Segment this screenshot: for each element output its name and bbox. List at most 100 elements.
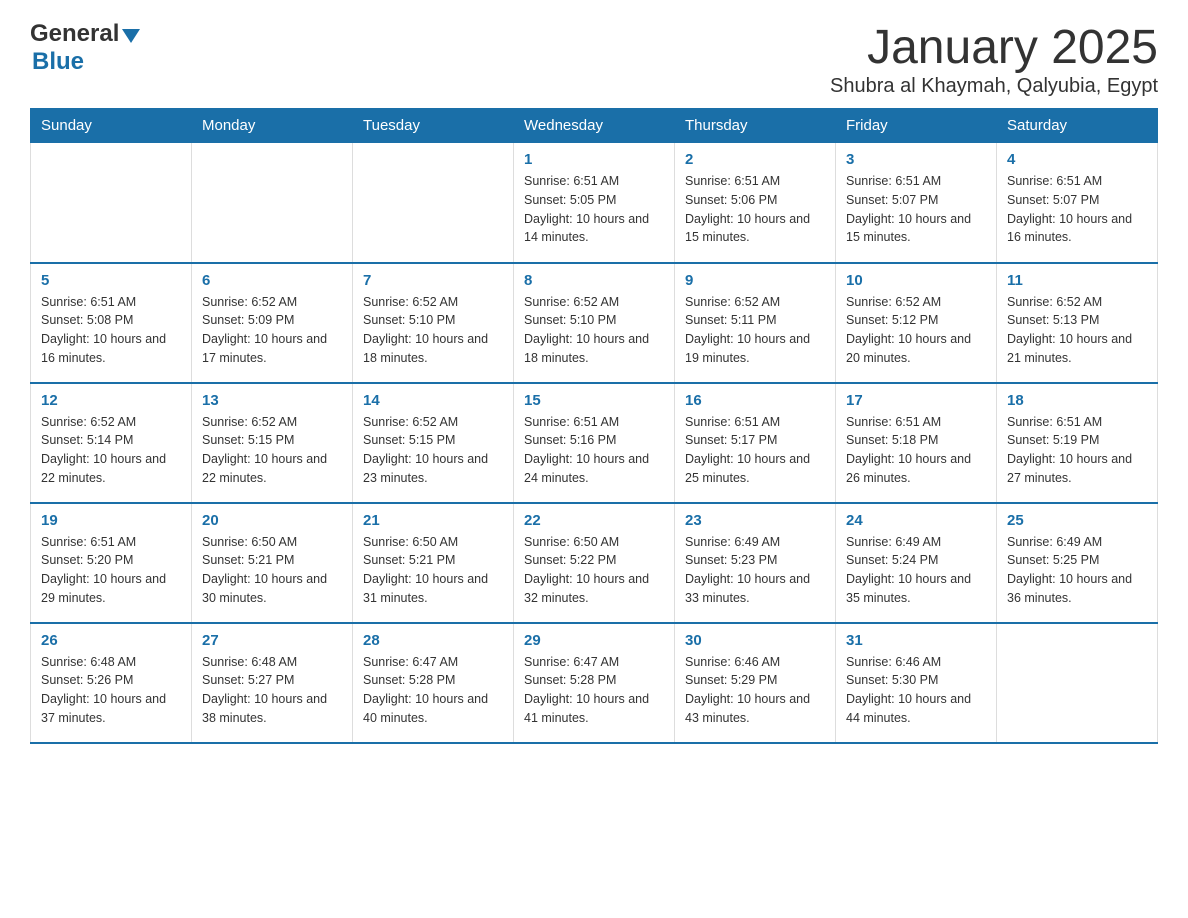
day-number: 25 (1007, 512, 1147, 529)
day-number: 1 (524, 151, 664, 168)
day-info: Sunrise: 6:49 AM Sunset: 5:24 PM Dayligh… (846, 533, 986, 608)
day-info: Sunrise: 6:52 AM Sunset: 5:09 PM Dayligh… (202, 293, 342, 368)
day-number: 22 (524, 512, 664, 529)
day-number: 12 (41, 392, 181, 409)
day-number: 16 (685, 392, 825, 409)
day-number: 18 (1007, 392, 1147, 409)
weekday-header-tuesday: Tuesday (353, 109, 514, 143)
day-info: Sunrise: 6:52 AM Sunset: 5:12 PM Dayligh… (846, 293, 986, 368)
calendar-day-2: 2Sunrise: 6:51 AM Sunset: 5:06 PM Daylig… (675, 143, 836, 263)
calendar-day-22: 22 Sunrise: 6:50 AM Sunset: 5:22 PM Dayli… (514, 503, 675, 623)
calendar-day-27: 27 Sunrise: 6:48 AM Sunset: 5:27 PM Dayli… (192, 623, 353, 743)
calendar-day-29: 29 Sunrise: 6:47 AM Sunset: 5:28 PM Dayli… (514, 623, 675, 743)
calendar-day-28: 28 Sunrise: 6:47 AM Sunset: 5:28 PM Dayli… (353, 623, 514, 743)
day-info: Sunrise: 6:52 AM Sunset: 5:15 PM Dayligh… (363, 413, 503, 488)
weekday-header-saturday: Saturday (997, 109, 1158, 143)
calendar-week-row: 12Sunrise: 6:52 AM Sunset: 5:14 PM Dayli… (31, 383, 1158, 503)
calendar-day-23: 23Sunrise: 6:49 AM Sunset: 5:23 PM Dayli… (675, 503, 836, 623)
day-info: Sunrise: 6:47 AM Sunset: 5:28 PM Dayligh… (363, 653, 503, 728)
day-info: Sunrise: 6:51 AM Sunset: 5:16 PM Dayligh… (524, 413, 664, 488)
weekday-header-row: SundayMondayTuesdayWednesdayThursdayFrid… (31, 109, 1158, 143)
calendar-day-1: 1 Sunrise: 6:51 AM Sunset: 5:05 PM Daylig… (514, 143, 675, 263)
location: Shubra al Khaymah, Qalyubia, Egypt (830, 75, 1158, 98)
day-number: 4 (1007, 151, 1147, 168)
logo-text-blue: Blue (32, 48, 84, 76)
weekday-header-friday: Friday (836, 109, 997, 143)
day-info: Sunrise: 6:52 AM Sunset: 5:10 PM Dayligh… (363, 293, 503, 368)
day-info: Sunrise: 6:48 AM Sunset: 5:26 PM Dayligh… (41, 653, 181, 728)
calendar-week-row: 26 Sunrise: 6:48 AM Sunset: 5:26 PM Dayli… (31, 623, 1158, 743)
day-info: Sunrise: 6:50 AM Sunset: 5:22 PM Dayligh… (524, 533, 664, 608)
day-info: Sunrise: 6:51 AM Sunset: 5:18 PM Dayligh… (846, 413, 986, 488)
day-info: Sunrise: 6:46 AM Sunset: 5:30 PM Dayligh… (846, 653, 986, 728)
calendar-day-17: 17 Sunrise: 6:51 AM Sunset: 5:18 PM Dayli… (836, 383, 997, 503)
day-info: Sunrise: 6:51 AM Sunset: 5:05 PM Dayligh… (524, 172, 664, 247)
calendar-day-8: 8 Sunrise: 6:52 AM Sunset: 5:10 PM Daylig… (514, 263, 675, 383)
day-info: Sunrise: 6:51 AM Sunset: 5:19 PM Dayligh… (1007, 413, 1147, 488)
day-number: 11 (1007, 272, 1147, 289)
calendar-week-row: 1 Sunrise: 6:51 AM Sunset: 5:05 PM Daylig… (31, 143, 1158, 263)
day-info: Sunrise: 6:51 AM Sunset: 5:17 PM Dayligh… (685, 413, 825, 488)
day-info: Sunrise: 6:51 AM Sunset: 5:07 PM Dayligh… (846, 172, 986, 247)
day-info: Sunrise: 6:52 AM Sunset: 5:10 PM Dayligh… (524, 293, 664, 368)
day-number: 20 (202, 512, 342, 529)
calendar-day-9: 9Sunrise: 6:52 AM Sunset: 5:11 PM Daylig… (675, 263, 836, 383)
day-number: 10 (846, 272, 986, 289)
calendar-day-18: 18 Sunrise: 6:51 AM Sunset: 5:19 PM Dayli… (997, 383, 1158, 503)
calendar-day-16: 16 Sunrise: 6:51 AM Sunset: 5:17 PM Dayli… (675, 383, 836, 503)
day-number: 21 (363, 512, 503, 529)
logo-text-general: General (30, 20, 119, 48)
weekday-header-thursday: Thursday (675, 109, 836, 143)
calendar-day-11: 11Sunrise: 6:52 AM Sunset: 5:13 PM Dayli… (997, 263, 1158, 383)
day-info: Sunrise: 6:51 AM Sunset: 5:06 PM Dayligh… (685, 172, 825, 247)
calendar-day-26: 26 Sunrise: 6:48 AM Sunset: 5:26 PM Dayli… (31, 623, 192, 743)
day-number: 8 (524, 272, 664, 289)
day-number: 3 (846, 151, 986, 168)
calendar-day-31: 31Sunrise: 6:46 AM Sunset: 5:30 PM Dayli… (836, 623, 997, 743)
day-number: 19 (41, 512, 181, 529)
weekday-header-monday: Monday (192, 109, 353, 143)
day-number: 23 (685, 512, 825, 529)
day-info: Sunrise: 6:50 AM Sunset: 5:21 PM Dayligh… (363, 533, 503, 608)
calendar-day-15: 15 Sunrise: 6:51 AM Sunset: 5:16 PM Dayli… (514, 383, 675, 503)
calendar-day-4: 4Sunrise: 6:51 AM Sunset: 5:07 PM Daylig… (997, 143, 1158, 263)
day-info: Sunrise: 6:51 AM Sunset: 5:20 PM Dayligh… (41, 533, 181, 608)
calendar-day-14: 14 Sunrise: 6:52 AM Sunset: 5:15 PM Dayli… (353, 383, 514, 503)
calendar-empty-cell (31, 143, 192, 263)
calendar-day-20: 20 Sunrise: 6:50 AM Sunset: 5:21 PM Dayli… (192, 503, 353, 623)
day-info: Sunrise: 6:46 AM Sunset: 5:29 PM Dayligh… (685, 653, 825, 728)
day-number: 9 (685, 272, 825, 289)
day-number: 15 (524, 392, 664, 409)
page-header: General Blue January 2025 Shubra al Khay… (30, 20, 1158, 98)
calendar-day-5: 5Sunrise: 6:51 AM Sunset: 5:08 PM Daylig… (31, 263, 192, 383)
day-info: Sunrise: 6:52 AM Sunset: 5:15 PM Dayligh… (202, 413, 342, 488)
calendar-day-12: 12Sunrise: 6:52 AM Sunset: 5:14 PM Dayli… (31, 383, 192, 503)
calendar-week-row: 19 Sunrise: 6:51 AM Sunset: 5:20 PM Dayli… (31, 503, 1158, 623)
month-title: January 2025 (830, 20, 1158, 75)
day-number: 5 (41, 272, 181, 289)
logo: General Blue (30, 20, 140, 76)
weekday-header-sunday: Sunday (31, 109, 192, 143)
day-number: 28 (363, 632, 503, 649)
day-number: 30 (685, 632, 825, 649)
calendar-empty-cell (997, 623, 1158, 743)
calendar-day-19: 19 Sunrise: 6:51 AM Sunset: 5:20 PM Dayli… (31, 503, 192, 623)
day-number: 13 (202, 392, 342, 409)
day-info: Sunrise: 6:49 AM Sunset: 5:25 PM Dayligh… (1007, 533, 1147, 608)
calendar-table: SundayMondayTuesdayWednesdayThursdayFrid… (30, 108, 1158, 744)
calendar-day-21: 21 Sunrise: 6:50 AM Sunset: 5:21 PM Dayli… (353, 503, 514, 623)
day-info: Sunrise: 6:50 AM Sunset: 5:21 PM Dayligh… (202, 533, 342, 608)
day-number: 26 (41, 632, 181, 649)
day-info: Sunrise: 6:48 AM Sunset: 5:27 PM Dayligh… (202, 653, 342, 728)
day-number: 29 (524, 632, 664, 649)
day-number: 17 (846, 392, 986, 409)
logo-triangle-icon (122, 29, 140, 43)
calendar-day-10: 10 Sunrise: 6:52 AM Sunset: 5:12 PM Dayli… (836, 263, 997, 383)
day-number: 14 (363, 392, 503, 409)
day-info: Sunrise: 6:47 AM Sunset: 5:28 PM Dayligh… (524, 653, 664, 728)
day-number: 27 (202, 632, 342, 649)
day-number: 24 (846, 512, 986, 529)
calendar-day-7: 7Sunrise: 6:52 AM Sunset: 5:10 PM Daylig… (353, 263, 514, 383)
calendar-empty-cell (353, 143, 514, 263)
calendar-day-6: 6Sunrise: 6:52 AM Sunset: 5:09 PM Daylig… (192, 263, 353, 383)
